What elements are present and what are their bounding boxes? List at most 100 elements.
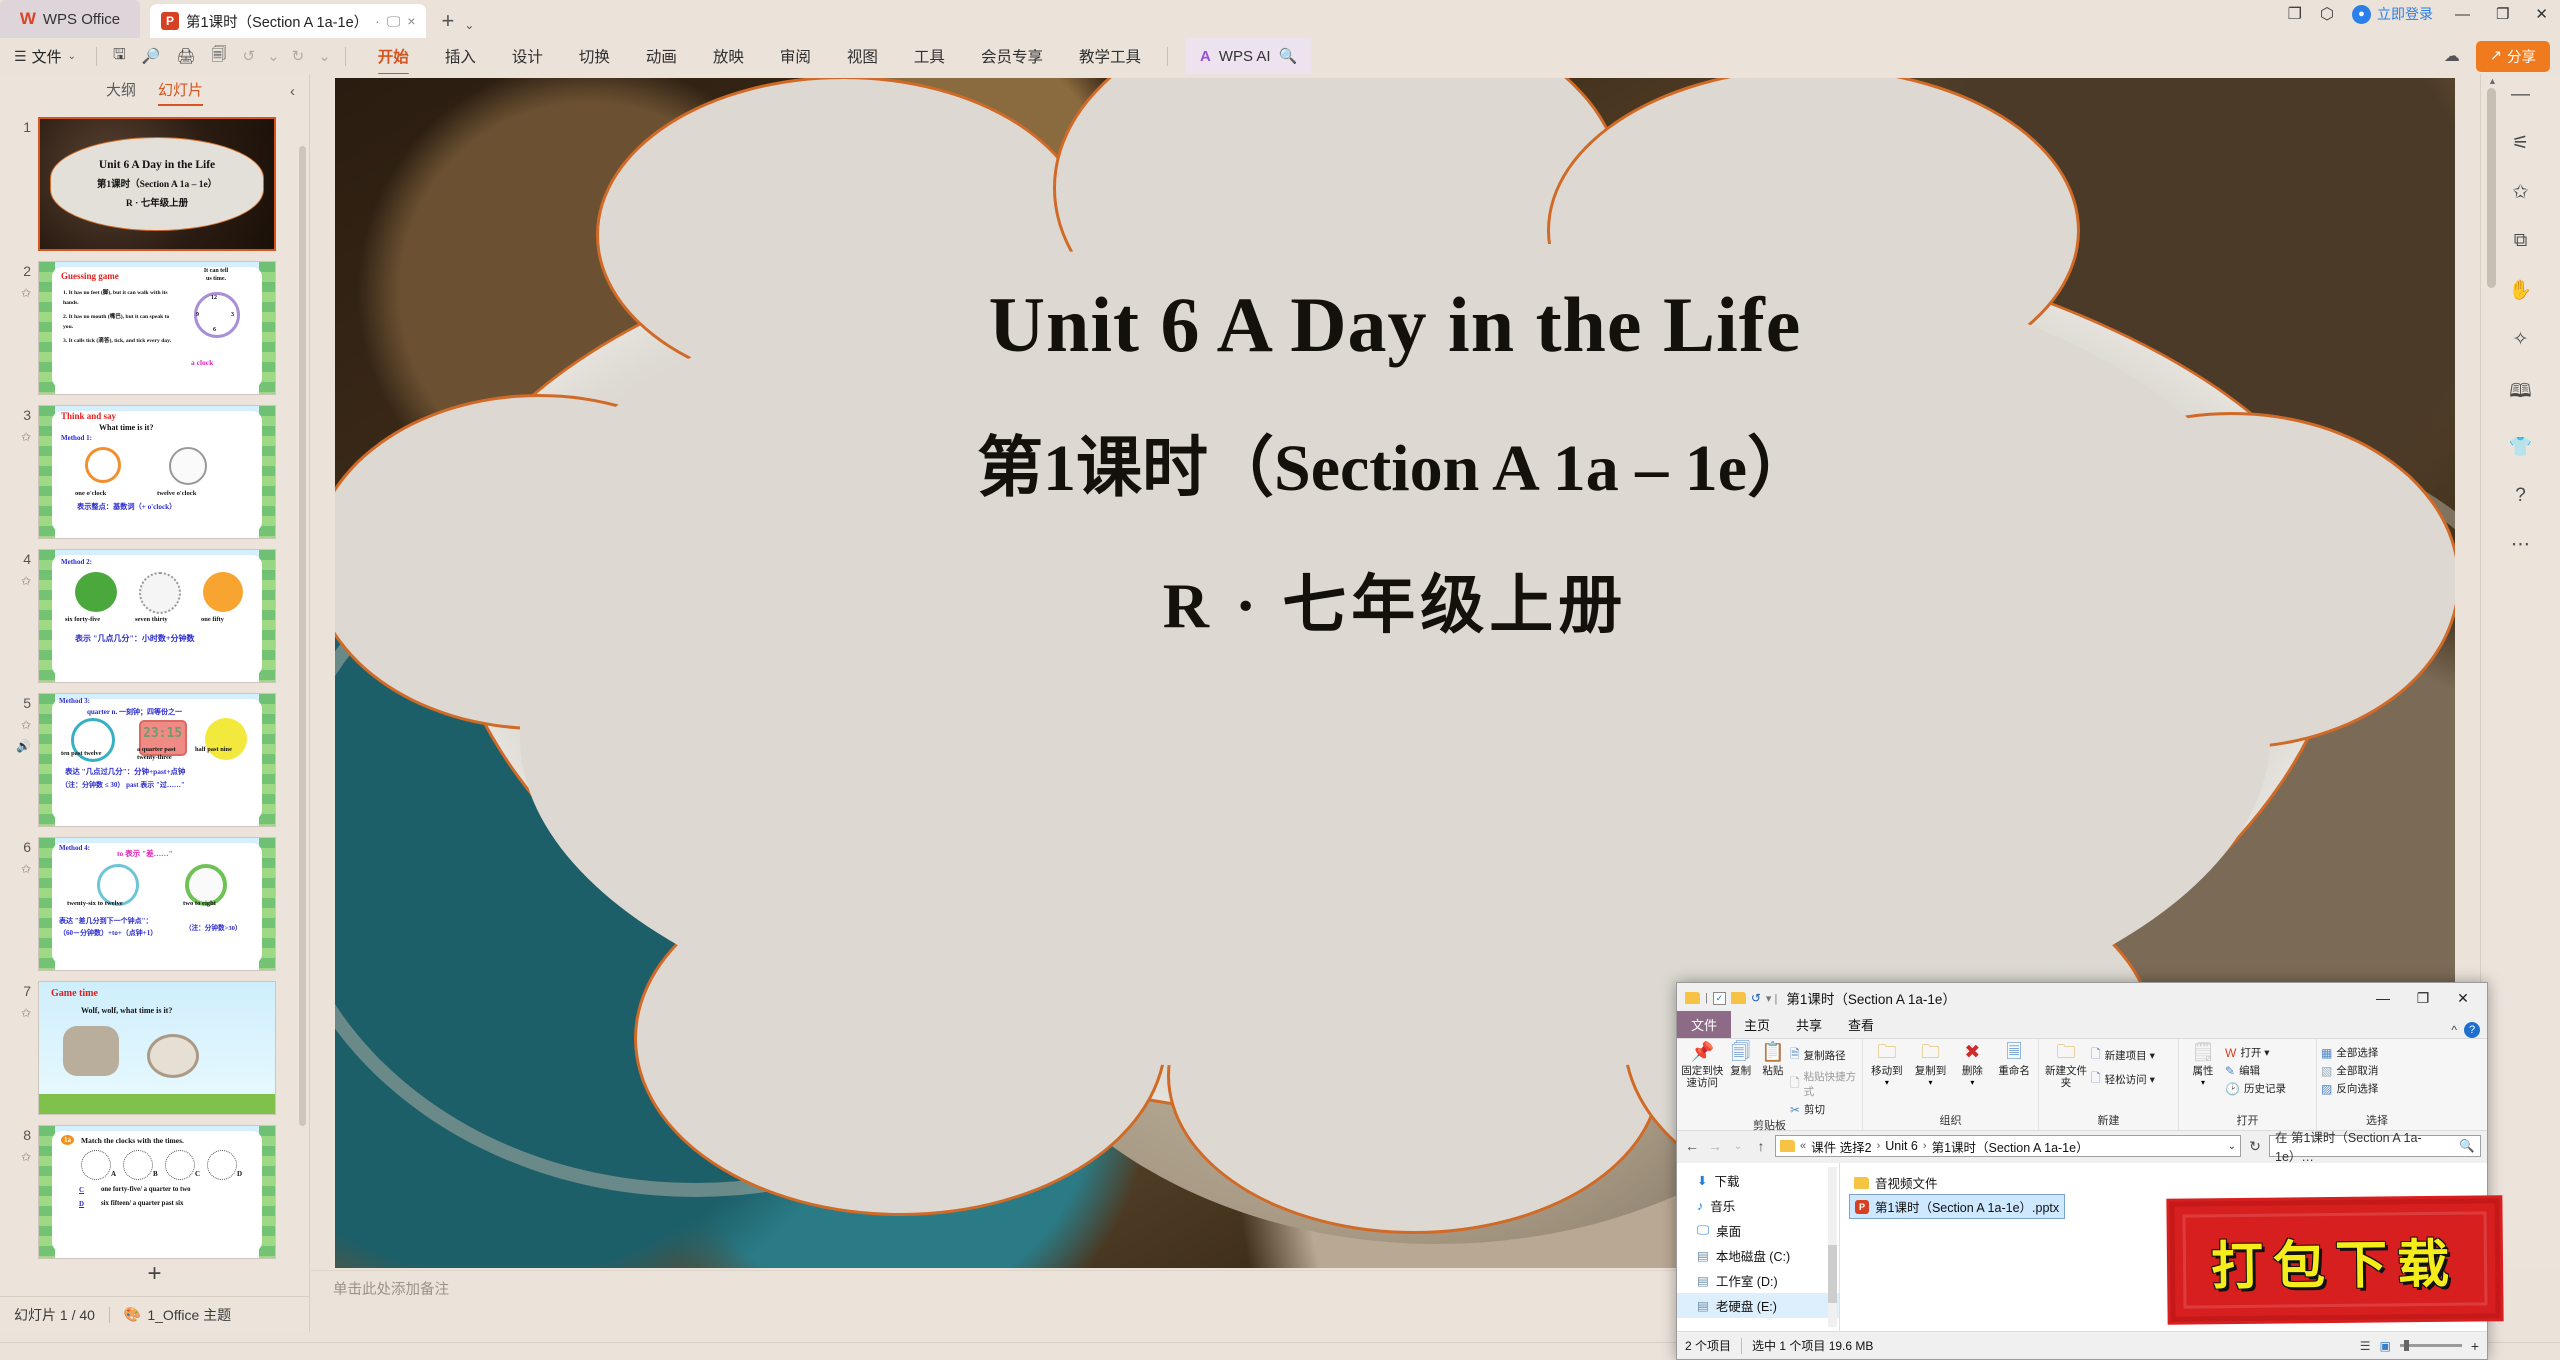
list-item[interactable]: 1 Unit 6 A Day in the Life 第1课时（Section … [0, 112, 309, 256]
explorer-menu-view[interactable]: 查看 [1835, 1011, 1887, 1038]
ribbon-tab-animation[interactable]: 动画 [628, 41, 695, 71]
chevron-down-icon[interactable]: ▾ [1929, 1078, 1933, 1087]
up-icon[interactable]: ↑ [1752, 1138, 1770, 1154]
list-item[interactable]: 8 ✩ 1a Match the clocks with the times. … [0, 1120, 309, 1264]
close-tab-icon[interactable]: × [407, 13, 415, 29]
favorite-icon[interactable]: ✩ [2513, 181, 2529, 204]
recent-locations-icon[interactable]: ⌄ [1729, 1141, 1747, 1152]
properties-icon[interactable]: ✓ [1712, 991, 1726, 1005]
delete-button[interactable]: ✖ 删除 ▾ [1954, 1042, 1990, 1087]
easy-access-button[interactable]: 🗋 轻松访问 ▾ [2091, 1069, 2155, 1090]
minimize-rail-icon[interactable]: — [2511, 84, 2530, 106]
qat-caret[interactable]: ▾ | [1766, 992, 1777, 1005]
ribbon-tab-design[interactable]: 设计 [494, 41, 561, 71]
print-preview-icon[interactable]: 🗐 [203, 44, 234, 69]
edit-button[interactable]: ✎ 编辑 [2225, 1063, 2286, 1078]
explorer-search-box[interactable]: 在 第1课时（Section A 1a-1e）… 🔍 [2269, 1131, 2481, 1164]
login-button[interactable]: ● 立即登录 [2351, 4, 2433, 24]
share-button[interactable]: ↗ 分享 [2475, 40, 2550, 72]
wps-ai-button[interactable]: A WPS AI 🔍 [1185, 38, 1312, 74]
tiles-view-icon[interactable]: ▣ [2379, 1339, 2390, 1353]
list-item[interactable]: 4 ✩ Method 2: six forty-five seven thirt… [0, 544, 309, 688]
nav-item-drive-e[interactable]: ▤ 老硬盘 (E:) [1677, 1293, 1839, 1318]
navigator-scrollbar[interactable] [299, 146, 306, 1126]
chevron-left-icon[interactable]: ‹ [290, 83, 295, 100]
tab-slides[interactable]: 幻灯片 [158, 79, 204, 106]
undo-icon[interactable]: ↺ [234, 47, 263, 65]
zoom-in-icon[interactable]: + [2471, 1338, 2479, 1354]
explorer-close-button[interactable]: ✕ [2443, 984, 2483, 1012]
explorer-menu-file[interactable]: 文件 [1677, 1011, 1732, 1038]
paste-button[interactable]: 📋 粘贴 [1758, 1042, 1788, 1077]
explorer-maximize-button[interactable]: ❐ [2403, 984, 2443, 1012]
search-doc-icon[interactable]: 🔎 [134, 47, 169, 65]
properties-button[interactable]: 🗒 属性 ▾ [2183, 1042, 2223, 1087]
ribbon-tab-member[interactable]: 会员专享 [963, 41, 1061, 71]
nav-item-desktop[interactable]: 🖵 桌面 [1677, 1218, 1839, 1243]
slide-thumbnail-list[interactable]: 1 Unit 6 A Day in the Life 第1课时（Section … [0, 108, 309, 1292]
shape-icon[interactable]: ⧉ [2514, 230, 2528, 252]
ribbon-collapse-icon[interactable]: ^ [2451, 1023, 2457, 1037]
nav-pane-scrollbar[interactable] [1828, 1167, 1837, 1327]
slide-text-block[interactable]: Unit 6 A Day in the Life 第1课时（Section A … [335, 280, 2455, 646]
refresh-icon[interactable]: ↻ [2246, 1138, 2264, 1155]
copy-to-button[interactable]: 🗀 复制到 ▾ [1911, 1042, 1951, 1087]
slide-thumbnail-2[interactable]: Guessing game It can tell us time. 1. It… [38, 261, 276, 395]
save-icon[interactable]: 🖫 [105, 44, 134, 69]
paste-shortcut-button[interactable]: 🗋 粘贴快捷方式 [1790, 1069, 1858, 1099]
open-with-wps-button[interactable]: W 打开 ▾ [2225, 1045, 2286, 1060]
cut-button[interactable]: ✂ 剪切 [1790, 1102, 1858, 1117]
customize-qat-icon[interactable]: ⌄ [312, 47, 337, 65]
explorer-minimize-button[interactable]: — [2363, 984, 2403, 1012]
tab-outline[interactable]: 大纲 [106, 79, 136, 103]
slide-thumbnail-3[interactable]: Think and say What time is it? Method 1:… [38, 405, 276, 539]
document-tab[interactable]: P 第1课时（Section A 1a-1e） · 🖵 × [150, 4, 426, 38]
slide-thumbnail-7[interactable]: Game time Wolf, wolf, what time is it? [38, 981, 276, 1115]
rename-button[interactable]: 🗏 重命名 [1994, 1042, 2034, 1077]
add-slide-button[interactable]: + [0, 1260, 309, 1288]
ribbon-tab-start[interactable]: 开始 [360, 41, 427, 75]
nav-item-drive-c[interactable]: ▤ 本地磁盘 (C:) [1677, 1243, 1839, 1268]
window-restore-button[interactable]: ❐ [2492, 5, 2513, 23]
breadcrumb-item-1[interactable]: 课件 选择2 [1811, 1137, 1871, 1156]
ribbon-tab-insert[interactable]: 插入 [427, 41, 494, 71]
breadcrumb-item-3[interactable]: 第1课时（Section A 1a-1e） [1932, 1137, 2089, 1156]
history-button[interactable]: 🕑 历史记录 [2225, 1081, 2286, 1096]
rail-scroll-up-icon[interactable]: ▲ [2488, 76, 2497, 86]
wps-brand-tab[interactable]: W WPS Office [0, 0, 140, 38]
more-icon[interactable]: ⋯ [2511, 533, 2530, 556]
help-icon[interactable]: ? [2515, 485, 2526, 507]
search-icon[interactable]: 🔍 [1279, 47, 1298, 65]
read-check-icon[interactable]: 🕮 [2509, 377, 2531, 409]
chevron-down-icon[interactable]: ▾ [1885, 1078, 1889, 1087]
box-icon[interactable]: ⬡ [2320, 4, 2334, 24]
ribbon-tab-view[interactable]: 视图 [829, 41, 896, 71]
nav-item-music[interactable]: ♪ 音乐 [1677, 1193, 1839, 1218]
new-item-button[interactable]: 🗋 新建项目 ▾ [2091, 1045, 2155, 1066]
ribbon-tab-teaching[interactable]: 教学工具 [1061, 41, 1159, 71]
list-item[interactable]: 2 ✩ Guessing game It can tell us time. 1… [0, 256, 309, 400]
nav-item-downloads[interactable]: ⬇ 下载 [1677, 1168, 1839, 1193]
list-item[interactable]: 3 ✩ Think and say What time is it? Metho… [0, 400, 309, 544]
ribbon-tab-tools[interactable]: 工具 [896, 41, 963, 71]
new-folder-button[interactable]: 🗀 新建文件夹 [2043, 1042, 2089, 1089]
monitor-icon[interactable]: 🖵 [387, 13, 401, 30]
list-item[interactable]: 6 ✩ Method 4: to 表示 "差……" twenty-six to … [0, 832, 309, 976]
explorer-menu-share[interactable]: 共享 [1783, 1011, 1835, 1038]
address-breadcrumb[interactable]: « 课件 选择2 › Unit 6 › 第1课时（Section A 1a-1e… [1775, 1135, 2241, 1157]
ribbon-tab-slideshow[interactable]: 放映 [695, 41, 762, 71]
slide-thumbnail-5[interactable]: Method 3: quarter n. 一刻钟；四等份之一 23:15 ten… [38, 693, 276, 827]
slide-thumbnail-6[interactable]: Method 4: to 表示 "差……" twenty-six to twel… [38, 837, 276, 971]
ribbon-tab-review[interactable]: 审阅 [762, 41, 829, 71]
chevron-down-icon[interactable]: ▾ [1970, 1078, 1974, 1087]
print-icon[interactable]: 🖨 [168, 47, 203, 65]
redo-icon[interactable]: ↻ [284, 47, 313, 65]
slide-thumbnail-8[interactable]: 1a Match the clocks with the times. A B … [38, 1125, 276, 1259]
canvas-scrollbar[interactable] [2487, 88, 2496, 288]
windows-icon[interactable]: ❐ [2288, 4, 2302, 24]
file-item-folder[interactable]: 音视频文件 [1849, 1171, 1943, 1194]
zoom-slider[interactable] [2399, 1340, 2462, 1351]
theme-indicator[interactable]: 🎨 1_Office 主题 [124, 1305, 231, 1325]
help-icon[interactable]: ? [2464, 1022, 2480, 1038]
copy-path-button[interactable]: 🗎 复制路径 [1790, 1045, 1858, 1066]
